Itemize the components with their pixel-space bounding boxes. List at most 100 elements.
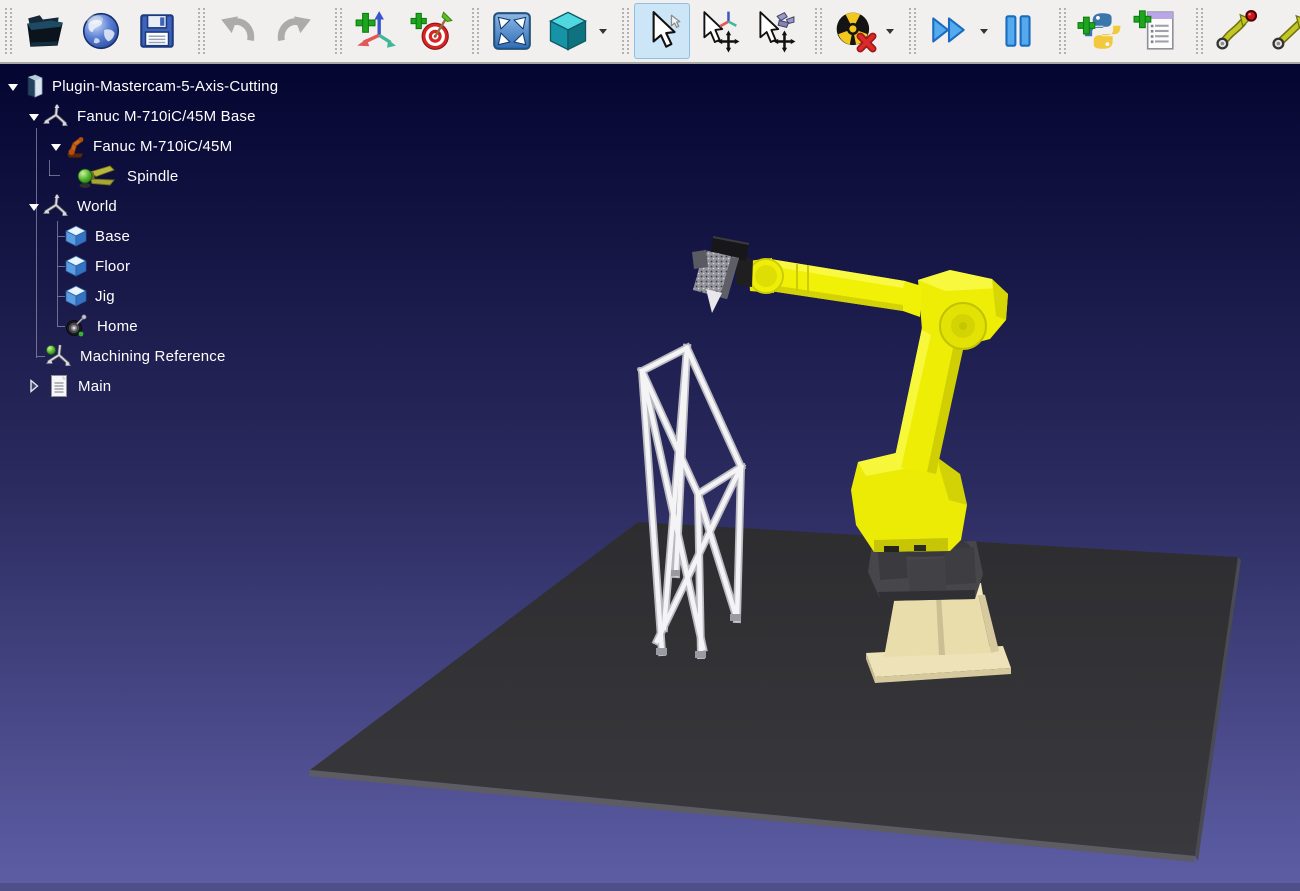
move-linear-instruction-button[interactable] (1264, 3, 1300, 59)
station-tree: Plugin-Mastercam-5-Axis-Cutting Fanuc M-… (0, 64, 420, 424)
tree-item-robot[interactable]: Fanuc M-710iC/45M (0, 131, 232, 161)
tree-item-label: World (77, 198, 117, 215)
toolbar-drag-handle[interactable] (622, 8, 629, 54)
iso-cube-icon (545, 8, 591, 54)
toolbar-drag-handle[interactable] (1196, 8, 1203, 54)
move-joint-icon (1214, 9, 1258, 53)
toolbar-drag-handle[interactable] (198, 8, 205, 54)
globe-icon (79, 9, 123, 53)
check-collisions-button[interactable] (827, 3, 883, 59)
toolbar-group-programs (1054, 0, 1185, 62)
save-icon (135, 9, 179, 53)
station-icon (25, 74, 45, 98)
toolbar-group-instructions (1191, 0, 1300, 62)
pause-simulation-button[interactable] (990, 3, 1046, 59)
program-icon (1133, 9, 1177, 53)
move-tool-cursor-icon (752, 9, 796, 53)
tree-item-machining-reference[interactable]: Machining Reference (0, 341, 226, 371)
tree-item-robot-base-frame[interactable]: Fanuc M-710iC/45M Base (0, 101, 256, 131)
move-tool-button[interactable] (746, 3, 802, 59)
undo-icon (216, 9, 260, 53)
tree-item-label: Home (97, 318, 138, 335)
open-online-library-button[interactable] (73, 3, 129, 59)
toolbar-group-add-items (330, 0, 461, 62)
reference-frame-ball-icon (45, 344, 73, 368)
toolbar-drag-handle[interactable] (472, 8, 479, 54)
add-python-program-button[interactable] (1071, 3, 1127, 59)
undo-button[interactable] (210, 3, 266, 59)
move-linear-icon (1270, 9, 1300, 53)
toolbar-drag-handle[interactable] (1059, 8, 1066, 54)
collision-dropdown-button[interactable] (883, 3, 896, 59)
move-joint-instruction-button[interactable] (1208, 3, 1264, 59)
select-cursor-icon (640, 9, 684, 53)
select-button[interactable] (634, 3, 690, 59)
tree-item-label: Fanuc M-710iC/45M Base (77, 108, 256, 125)
expand-arrow[interactable] (29, 204, 39, 211)
fast-forward-icon (927, 9, 971, 53)
open-button[interactable] (17, 3, 73, 59)
tree-item-label: Machining Reference (80, 348, 226, 365)
toolbar-drag-handle[interactable] (909, 8, 916, 54)
collision-icon (833, 9, 877, 53)
toolbar-group-file (0, 0, 187, 62)
tree-item-label: Main (78, 378, 111, 395)
main-toolbar (0, 0, 1300, 64)
robodk-window: { "toolbar": { "background": "#f1f0ee", … (0, 0, 1300, 891)
expand-arrow[interactable] (51, 144, 61, 151)
simulation-dropdown-button[interactable] (977, 3, 990, 59)
object-cube-icon (64, 284, 88, 308)
object-cube-icon (64, 224, 88, 248)
save-button[interactable] (129, 3, 185, 59)
folder-open-icon (23, 9, 67, 53)
add-frame-icon (353, 9, 397, 53)
add-program-button[interactable] (1127, 3, 1183, 59)
program-doc-icon (47, 374, 71, 398)
redo-icon (272, 9, 316, 53)
add-target-button[interactable] (403, 3, 459, 59)
toolbar-drag-handle[interactable] (815, 8, 822, 54)
toolbar-group-collision (810, 0, 898, 62)
pause-icon (996, 9, 1040, 53)
add-reference-frame-button[interactable] (347, 3, 403, 59)
toolbar-drag-handle[interactable] (335, 8, 342, 54)
tree-item-floor[interactable]: Floor (0, 251, 130, 281)
tree-item-station[interactable]: Plugin-Mastercam-5-Axis-Cutting (0, 71, 278, 101)
tree-item-main[interactable]: Main (0, 371, 111, 401)
tree-item-home[interactable]: Home (0, 311, 138, 341)
toolbar-drag-handle[interactable] (5, 8, 12, 54)
tree-item-label: Plugin-Mastercam-5-Axis-Cutting (52, 78, 278, 95)
robot-icon (64, 134, 86, 158)
tree-item-label: Floor (95, 258, 130, 275)
viewport-bottom-edge (0, 883, 1300, 891)
add-target-icon (409, 9, 453, 53)
redo-button[interactable] (266, 3, 322, 59)
tree-item-label: Spindle (127, 168, 178, 185)
toolbar-group-view (467, 0, 611, 62)
expand-arrow[interactable] (29, 114, 39, 121)
toolbar-group-cursor-modes (617, 0, 804, 62)
move-reference-cursor-icon (696, 9, 740, 53)
toolbar-group-simulation (904, 0, 1048, 62)
tree-item-label: Jig (95, 288, 115, 305)
fast-simulation-button[interactable] (921, 3, 977, 59)
target-icon (64, 314, 90, 338)
toolbar-group-undo (193, 0, 324, 62)
expand-arrow[interactable] (8, 84, 18, 91)
reference-frame-icon (42, 194, 70, 218)
tree-item-jig[interactable]: Jig (0, 281, 115, 311)
tree-item-label: Base (95, 228, 130, 245)
fit-view-icon (490, 9, 534, 53)
isometric-view-button[interactable] (540, 3, 596, 59)
object-cube-icon (64, 254, 88, 278)
fit-all-button[interactable] (484, 3, 540, 59)
python-icon (1077, 9, 1121, 53)
move-reference-button[interactable] (690, 3, 746, 59)
view-dropdown-button[interactable] (596, 3, 609, 59)
tree-item-world[interactable]: World (0, 191, 117, 221)
tree-item-base[interactable]: Base (0, 221, 130, 251)
tool-icon (76, 163, 120, 189)
tree-item-label: Fanuc M-710iC/45M (93, 138, 232, 155)
tree-item-spindle[interactable]: Spindle (0, 161, 178, 191)
collapse-arrow[interactable] (29, 379, 39, 393)
